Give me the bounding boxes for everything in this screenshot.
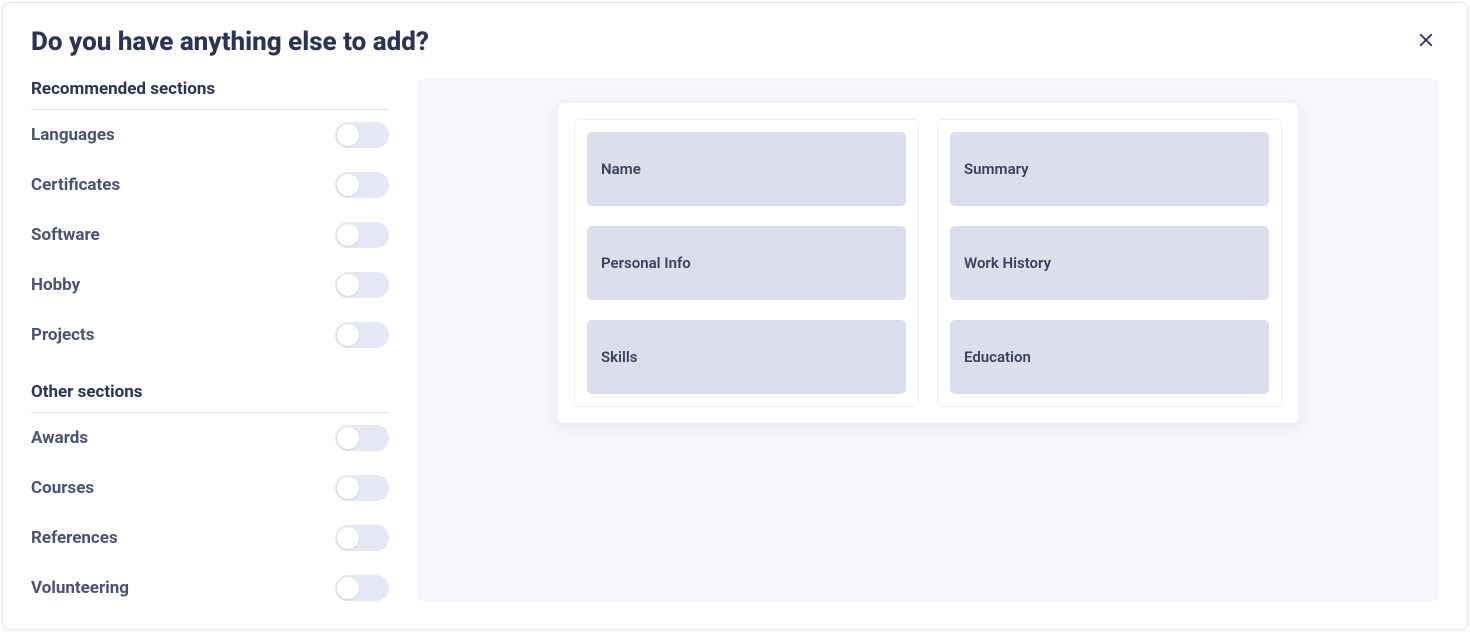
toggle-software[interactable] (335, 222, 389, 248)
toggle-volunteering[interactable] (335, 575, 389, 601)
recommended-sections-group: Recommended sections Languages Certifica… (31, 79, 389, 360)
preview-tile-work-history[interactable]: Work History (950, 226, 1269, 300)
toggle-languages[interactable] (335, 122, 389, 148)
resume-preview-card: Name Personal Info Skills Summary Work H… (558, 103, 1298, 423)
add-sections-modal: Do you have anything else to add? Recomm… (2, 2, 1468, 630)
preview-column-left: Name Personal Info Skills (574, 119, 919, 407)
preview-column-right: Summary Work History Education (937, 119, 1282, 407)
preview-tile-skills[interactable]: Skills (587, 320, 906, 394)
preview-tile-education[interactable]: Education (950, 320, 1269, 394)
toggle-row-references: References (31, 513, 389, 563)
toggle-label: References (31, 528, 118, 548)
modal-header: Do you have anything else to add? (31, 27, 1439, 57)
modal-body: Recommended sections Languages Certifica… (31, 79, 1439, 601)
toggle-label: Languages (31, 125, 115, 145)
preview-tile-name[interactable]: Name (587, 132, 906, 206)
toggle-references[interactable] (335, 525, 389, 551)
toggle-courses[interactable] (335, 475, 389, 501)
other-sections-group: Other sections Awards Courses References… (31, 382, 389, 613)
preview-tile-summary[interactable]: Summary (950, 132, 1269, 206)
toggle-label: Hobby (31, 275, 80, 295)
preview-tile-personal-info[interactable]: Personal Info (587, 226, 906, 300)
group-title-recommended: Recommended sections (31, 79, 389, 110)
toggle-hobby[interactable] (335, 272, 389, 298)
resume-preview-area: Name Personal Info Skills Summary Work H… (417, 79, 1439, 601)
toggle-row-languages: Languages (31, 110, 389, 160)
toggle-row-hobby: Hobby (31, 260, 389, 310)
toggle-label: Awards (31, 428, 88, 448)
close-button[interactable] (1413, 27, 1439, 53)
toggle-projects[interactable] (335, 322, 389, 348)
toggle-row-projects: Projects (31, 310, 389, 360)
sections-sidebar: Recommended sections Languages Certifica… (31, 79, 389, 601)
toggle-label: Courses (31, 478, 94, 498)
toggle-awards[interactable] (335, 425, 389, 451)
modal-title: Do you have anything else to add? (31, 27, 429, 57)
toggle-row-certificates: Certificates (31, 160, 389, 210)
toggle-row-software: Software (31, 210, 389, 260)
toggle-label: Projects (31, 325, 94, 345)
toggle-row-awards: Awards (31, 413, 389, 463)
toggle-label: Software (31, 225, 100, 245)
toggle-label: Certificates (31, 175, 120, 195)
toggle-row-courses: Courses (31, 463, 389, 513)
group-title-other: Other sections (31, 382, 389, 413)
toggle-certificates[interactable] (335, 172, 389, 198)
close-icon (1417, 31, 1435, 49)
toggle-row-volunteering: Volunteering (31, 563, 389, 613)
toggle-label: Volunteering (31, 578, 129, 598)
